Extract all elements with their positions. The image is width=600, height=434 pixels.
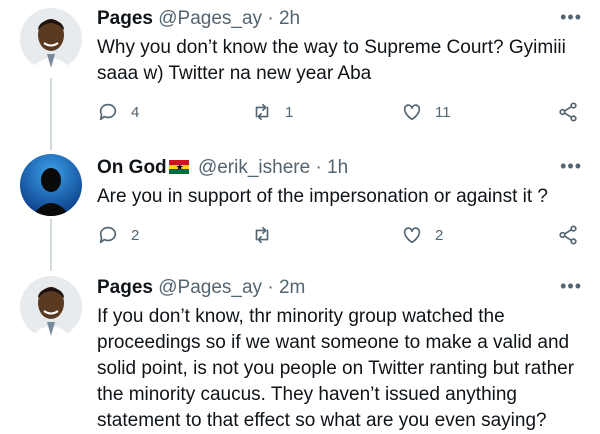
tweet-text: If you don’t know, thr minority group wa… xyxy=(97,306,575,431)
like-icon xyxy=(403,227,421,244)
display-name[interactable]: Pages xyxy=(97,8,153,29)
display-name[interactable]: On God xyxy=(97,157,167,178)
like-count: 2 xyxy=(435,226,444,244)
reply-button[interactable]: 4 xyxy=(97,97,139,127)
like-count: 11 xyxy=(435,103,451,121)
tweet[interactable]: Pages @Pages_ay · 2m ••• If you don’t kn… xyxy=(0,272,600,433)
reply-count: 4 xyxy=(131,103,140,121)
reply-icon xyxy=(99,103,117,121)
like-button[interactable]: 2 xyxy=(401,220,443,250)
tweet[interactable]: Pages @Pages_ay · 2h ••• Why you don’t k… xyxy=(0,0,600,140)
username[interactable]: @Pages_ay xyxy=(158,277,262,298)
like-button[interactable]: 11 xyxy=(401,97,451,127)
tweet-header: Pages @Pages_ay · 2m xyxy=(97,276,582,300)
share-button[interactable] xyxy=(557,220,579,250)
separator: · xyxy=(315,157,322,178)
avatar[interactable] xyxy=(20,154,82,216)
tweet-actions: 2 2 xyxy=(97,220,582,250)
more-icon[interactable]: ••• xyxy=(560,156,582,180)
separator: · xyxy=(267,277,274,298)
retweet-icon xyxy=(255,103,269,121)
timestamp[interactable]: 2m xyxy=(279,277,305,298)
avatar[interactable] xyxy=(20,8,82,70)
ghana-flag-icon: ★ xyxy=(168,160,189,174)
tweet[interactable]: On God ★ @erik_ishere · 1h ••• Are you in… xyxy=(0,150,600,265)
reply-button[interactable]: 2 xyxy=(97,220,139,250)
tweet-text: Are you in support of the impersonation … xyxy=(97,186,548,207)
avatar[interactable] xyxy=(20,276,82,338)
like-icon xyxy=(403,104,421,121)
tweet-actions: 4 1 11 xyxy=(97,97,582,127)
timestamp[interactable]: 2h xyxy=(279,8,300,29)
username[interactable]: @erik_ishere xyxy=(198,157,310,178)
retweet-count: 1 xyxy=(285,103,294,121)
share-button[interactable] xyxy=(557,97,579,127)
reply-count: 2 xyxy=(131,226,140,244)
reply-icon xyxy=(99,226,117,244)
retweet-icon xyxy=(255,226,269,244)
timestamp[interactable]: 1h xyxy=(327,157,348,178)
share-icon xyxy=(559,102,577,122)
retweet-button[interactable] xyxy=(251,220,285,250)
retweet-button[interactable]: 1 xyxy=(251,97,293,127)
share-icon xyxy=(559,225,577,245)
tweet-header: Pages @Pages_ay · 2h xyxy=(97,7,582,31)
tweet-header: On God ★ @erik_ishere · 1h xyxy=(97,156,582,180)
more-icon[interactable]: ••• xyxy=(560,7,582,31)
display-name[interactable]: Pages xyxy=(97,277,153,298)
username[interactable]: @Pages_ay xyxy=(158,8,262,29)
tweet-text: Why you don’t know the way to Supreme Co… xyxy=(97,37,566,84)
more-icon[interactable]: ••• xyxy=(560,276,582,300)
separator: · xyxy=(267,8,274,29)
